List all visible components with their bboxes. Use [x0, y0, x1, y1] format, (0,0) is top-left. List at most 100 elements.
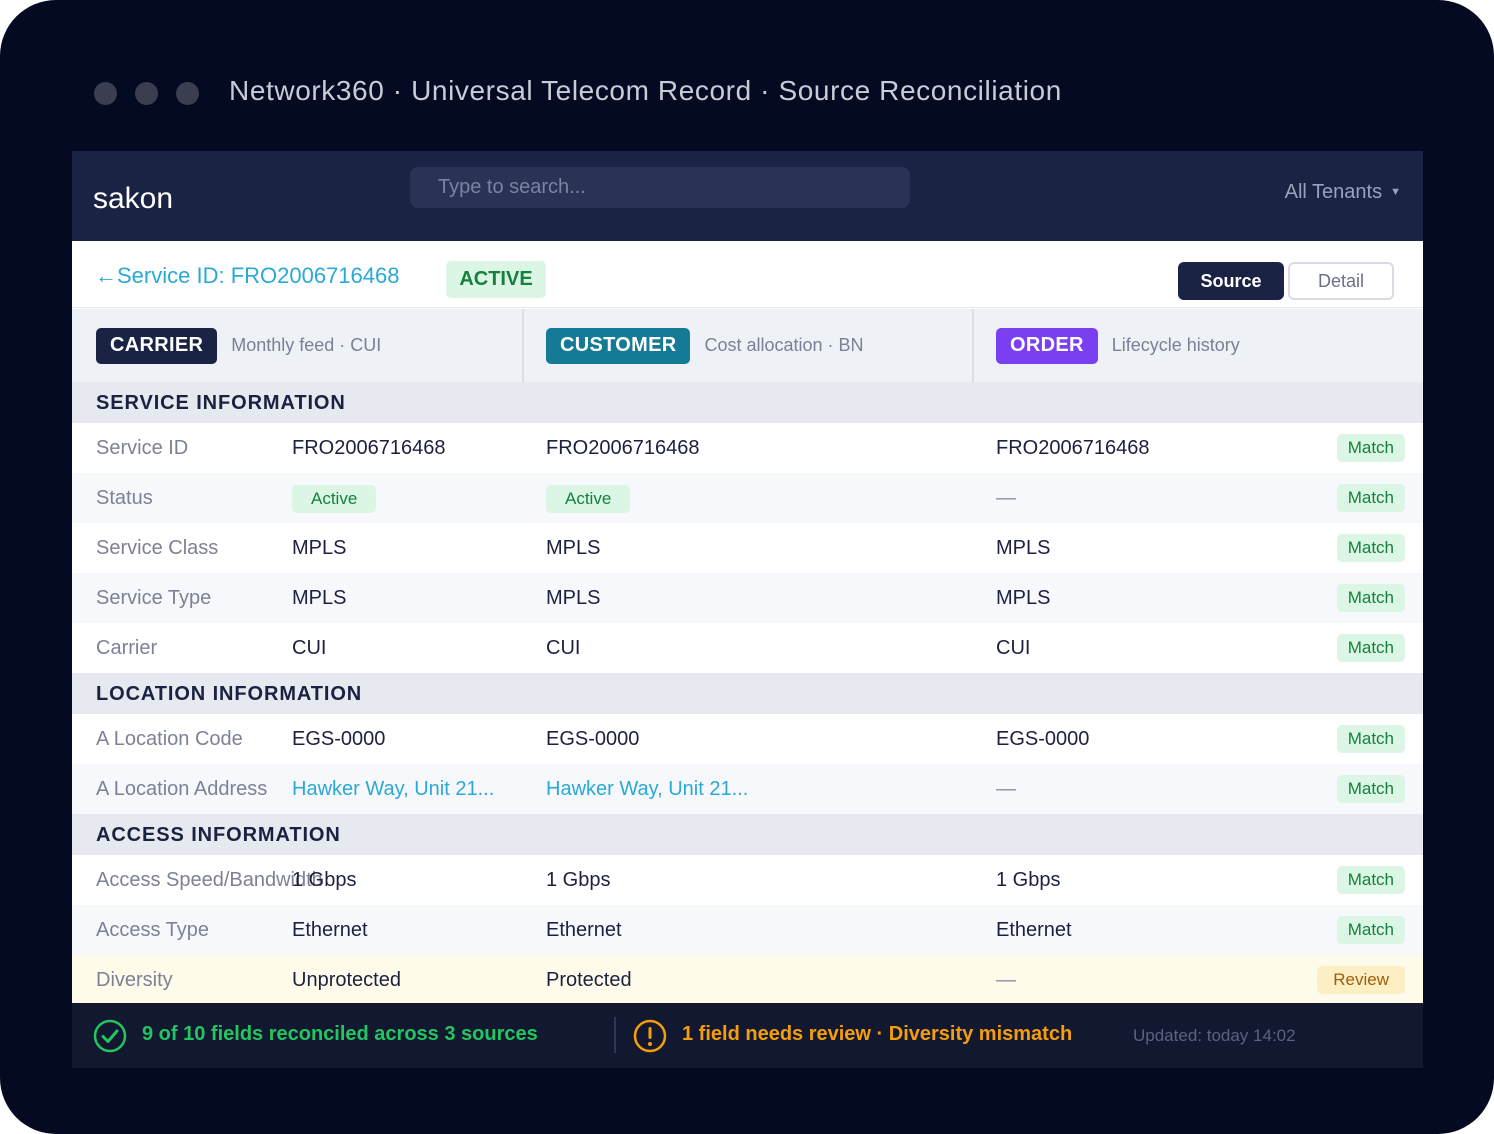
customer-value: FRO2006716468	[546, 437, 700, 459]
match-badge: Match	[1336, 724, 1405, 753]
order-value: —	[996, 487, 1016, 509]
window-title: Network360 · Universal Telecom Record · …	[229, 75, 1062, 106]
table-row: A Location Address Hawker Way, Unit 21..…	[72, 764, 1423, 814]
updated-timestamp: Updated: today 14:02	[1133, 1026, 1296, 1045]
order-value: MPLS	[996, 537, 1051, 559]
customer-value: Protected	[546, 969, 632, 991]
customer-source-description: Cost allocation · BN	[704, 335, 864, 355]
table-row: Status Active Active — Match	[72, 473, 1423, 523]
top-navbar: sakon All Tenants ▼	[72, 151, 1423, 241]
customer-value: Ethernet	[546, 919, 622, 941]
customer-address-link[interactable]: Hawker Way, Unit 21...	[546, 764, 748, 814]
carrier-value: EGS-0000	[292, 728, 386, 750]
carrier-value: Unprotected	[292, 969, 401, 991]
field-label: A Location Address	[96, 778, 268, 800]
match-badge: Match	[1336, 774, 1405, 803]
order-value: —	[996, 778, 1016, 800]
active-status-pill: Active	[292, 485, 377, 513]
match-badge: Match	[1336, 865, 1405, 894]
match-badge: Match	[1336, 533, 1405, 562]
reconciliation-status: Match	[1336, 905, 1405, 955]
window-close-dot[interactable]	[94, 82, 117, 105]
source-columns-header: CARRIER Monthly feed · CUI CUSTOMER Cost…	[72, 309, 1423, 382]
app-window-frame: Network360 · Universal Telecom Record · …	[0, 0, 1494, 1134]
match-badge: Match	[1336, 483, 1405, 512]
active-status-pill: Active	[546, 485, 631, 513]
table-row: Service Type MPLS MPLS MPLS Match	[72, 573, 1423, 623]
carrier-value: FRO2006716468	[292, 437, 446, 459]
field-label: Service Type	[96, 587, 212, 609]
window-minimize-dot[interactable]	[135, 82, 158, 105]
warning-circle-icon	[633, 1019, 667, 1053]
record-header: ←Service ID: FRO2006716468 ACTIVE Source…	[72, 241, 1423, 308]
carrier-value: Ethernet	[292, 919, 368, 941]
field-label: Access Type	[96, 919, 210, 941]
table-row-review[interactable]: Diversity Unprotected Protected — Review	[72, 955, 1423, 1005]
back-arrow-icon: ←	[95, 263, 117, 288]
search-input[interactable]	[410, 167, 910, 208]
match-badge: Match	[1336, 633, 1405, 662]
source-divider	[972, 309, 974, 382]
carrier-source-description: Monthly feed · CUI	[231, 335, 382, 355]
section-title: LOCATION INFORMATION	[96, 683, 363, 705]
table-row: Access Type Ethernet Ethernet Ethernet M…	[72, 905, 1423, 955]
section-access-information: ACCESS INFORMATION	[72, 814, 1423, 855]
table-row: A Location Code EGS-0000 EGS-0000 EGS-00…	[72, 714, 1423, 764]
customer-value: CUI	[546, 637, 581, 659]
carrier-value: MPLS	[292, 537, 347, 559]
reconciliation-status: Match	[1336, 423, 1405, 473]
match-badge: Match	[1336, 915, 1405, 944]
field-label: Diversity	[96, 969, 173, 991]
section-title: ACCESS INFORMATION	[96, 824, 341, 846]
back-link[interactable]: ←Service ID: FRO2006716468	[95, 263, 400, 289]
app-panel: sakon All Tenants ▼ ←Service ID: FRO20067…	[72, 151, 1423, 1068]
order-source-description: Lifecycle history	[1111, 335, 1240, 355]
reconciliation-status: Match	[1336, 473, 1405, 523]
review-summary[interactable]: 1 field needs review · Diversity mismatc…	[682, 1023, 1072, 1046]
table-row: Access Speed/Bandwidth 1 Gbps 1 Gbps 1 G…	[72, 855, 1423, 905]
brand-logo[interactable]: sakon	[93, 182, 173, 216]
reconciled-summary: 9 of 10 fields reconciled across 3 sourc…	[142, 1023, 538, 1045]
carrier-source-tag: CARRIER	[96, 327, 218, 364]
order-value: MPLS	[996, 587, 1051, 609]
review-badge[interactable]: Review	[1317, 965, 1405, 994]
order-value: EGS-0000	[996, 728, 1090, 750]
reconciliation-status: Match	[1336, 523, 1405, 573]
customer-value: EGS-0000	[546, 728, 640, 750]
footer-divider	[614, 1017, 616, 1053]
section-location-information: LOCATION INFORMATION	[72, 673, 1423, 714]
reconciliation-status: Match	[1336, 573, 1405, 623]
reconciliation-status: Match	[1336, 714, 1405, 764]
section-service-information: SERVICE INFORMATION	[72, 382, 1423, 423]
tenant-selector-label: All Tenants	[1284, 181, 1383, 203]
carrier-address-link[interactable]: Hawker Way, Unit 21...	[292, 764, 494, 814]
field-label: A Location Code	[96, 728, 243, 750]
source-customer: CUSTOMER Cost allocation · BN	[546, 309, 864, 382]
order-value: —	[996, 969, 1016, 991]
carrier-value: CUI	[292, 637, 327, 659]
table-row: Carrier CUI CUI CUI Match	[72, 623, 1423, 673]
tenant-selector[interactable]: All Tenants ▼	[1285, 181, 1401, 204]
customer-value: MPLS	[546, 587, 601, 609]
order-value: Ethernet	[996, 919, 1072, 941]
source-order: ORDER Lifecycle history	[996, 309, 1240, 382]
reconciliation-status: Match	[1336, 855, 1405, 905]
order-value: FRO2006716468	[996, 437, 1150, 459]
check-circle-icon	[93, 1019, 127, 1053]
section-title: SERVICE INFORMATION	[96, 392, 346, 414]
field-label: Access Speed/Bandwidth	[96, 869, 323, 891]
match-badge: Match	[1336, 583, 1405, 612]
field-label: Carrier	[96, 637, 158, 659]
field-label: Status	[96, 487, 153, 509]
field-label: Service Class	[96, 537, 219, 559]
status-badge: ACTIVE	[446, 261, 546, 298]
source-view-button[interactable]: Source	[1178, 262, 1284, 300]
reconciliation-status: Match	[1336, 623, 1405, 673]
reconciliation-summary-bar: 9 of 10 fields reconciled across 3 sourc…	[72, 1003, 1423, 1068]
service-id-title: Service ID: FRO2006716468	[117, 263, 400, 288]
window-maximize-dot[interactable]	[176, 82, 199, 105]
source-divider	[522, 309, 524, 382]
field-label: Service ID	[96, 437, 189, 459]
table-row: Service ID FRO2006716468 FRO2006716468 F…	[72, 423, 1423, 473]
detail-view-button[interactable]: Detail	[1288, 262, 1394, 300]
